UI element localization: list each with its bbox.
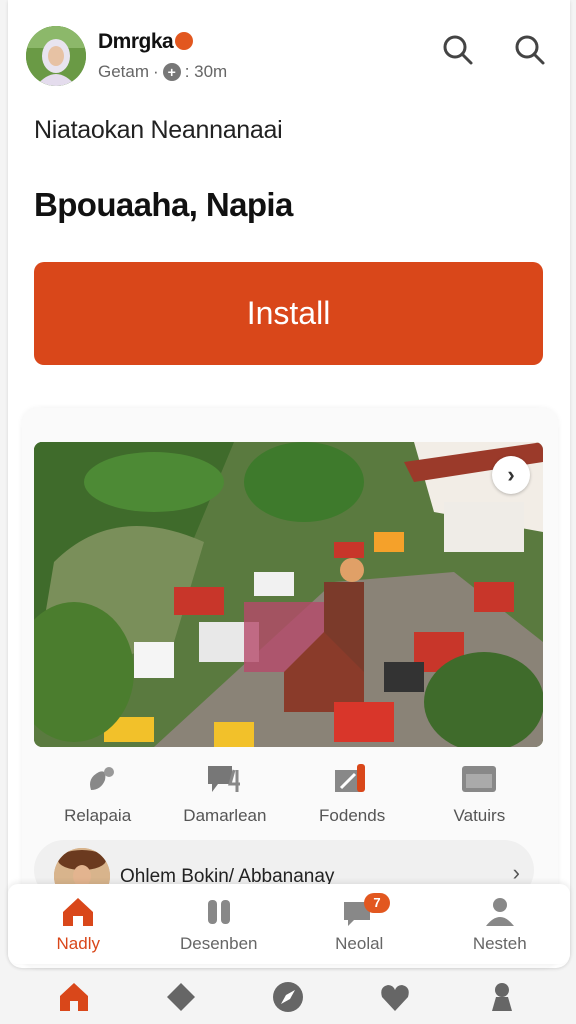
heart-icon[interactable] [377,979,413,1015]
action-label: Fodends [319,806,386,825]
compass-icon[interactable] [270,979,306,1015]
chat-icon [207,766,240,792]
person-icon [485,898,514,926]
tab-nesteh[interactable]: Nesteh [430,884,571,964]
flame-icon [175,32,194,50]
tab-neolal[interactable]: Neolal [289,884,430,964]
search-icon[interactable] [512,32,548,68]
post-image[interactable] [34,442,543,747]
chevron-right-icon: › [512,860,520,885]
meta-left: Getam [98,62,150,81]
globe-icon: + [162,63,181,81]
post-subtitle: Niataokan Neannanaai [34,116,283,144]
action-damarlean[interactable]: Damarlean [161,760,288,836]
tab-label: Nesteh [472,934,527,953]
user-name[interactable]: Dmrgka [98,30,194,54]
next-image-button[interactable]: › [492,456,530,494]
tab-desenben[interactable]: Desenben [149,884,290,964]
feet-icon [207,900,230,924]
tab-label: Desenben [179,934,258,953]
action-label: Relapaia [64,806,132,825]
action-fodends[interactable]: Fodends [289,760,416,836]
post-header: Dmrgka Getam · + : 30m [26,26,546,90]
action-label: Vatuirs [453,806,506,825]
tab-label: Nadly [56,934,100,953]
window-icon [462,766,497,792]
action-bar: Relapaia Damarlean Fodends Vatuirs [34,760,543,836]
profile-icon[interactable] [484,979,520,1015]
post-headline: Bpouaaha, Napia [34,186,293,223]
search-icon[interactable] [440,32,476,68]
tab-bar: Nadly Desenben Neolal Nesteh [8,884,570,964]
system-nav-bar [0,970,576,1024]
home-icon [63,898,94,926]
tab-nadly[interactable]: Nadly [8,884,149,964]
avatar[interactable] [26,26,86,86]
action-vatuirs[interactable]: Vatuirs [416,760,543,836]
diamond-icon[interactable] [163,979,199,1015]
notification-badge: 7 [364,893,390,913]
meta-right: : 30m [184,62,228,81]
action-label: Damarlean [183,806,267,825]
pin-icon [89,767,114,790]
action-relapaia[interactable]: Relapaia [34,760,161,836]
home-icon[interactable] [56,979,92,1015]
tab-label: Neolal [335,934,384,953]
edit-icon [335,764,366,792]
post-meta: Getam · + : 30m [98,62,227,82]
install-button[interactable]: Install [34,262,543,365]
dot-separator: · [153,62,159,81]
